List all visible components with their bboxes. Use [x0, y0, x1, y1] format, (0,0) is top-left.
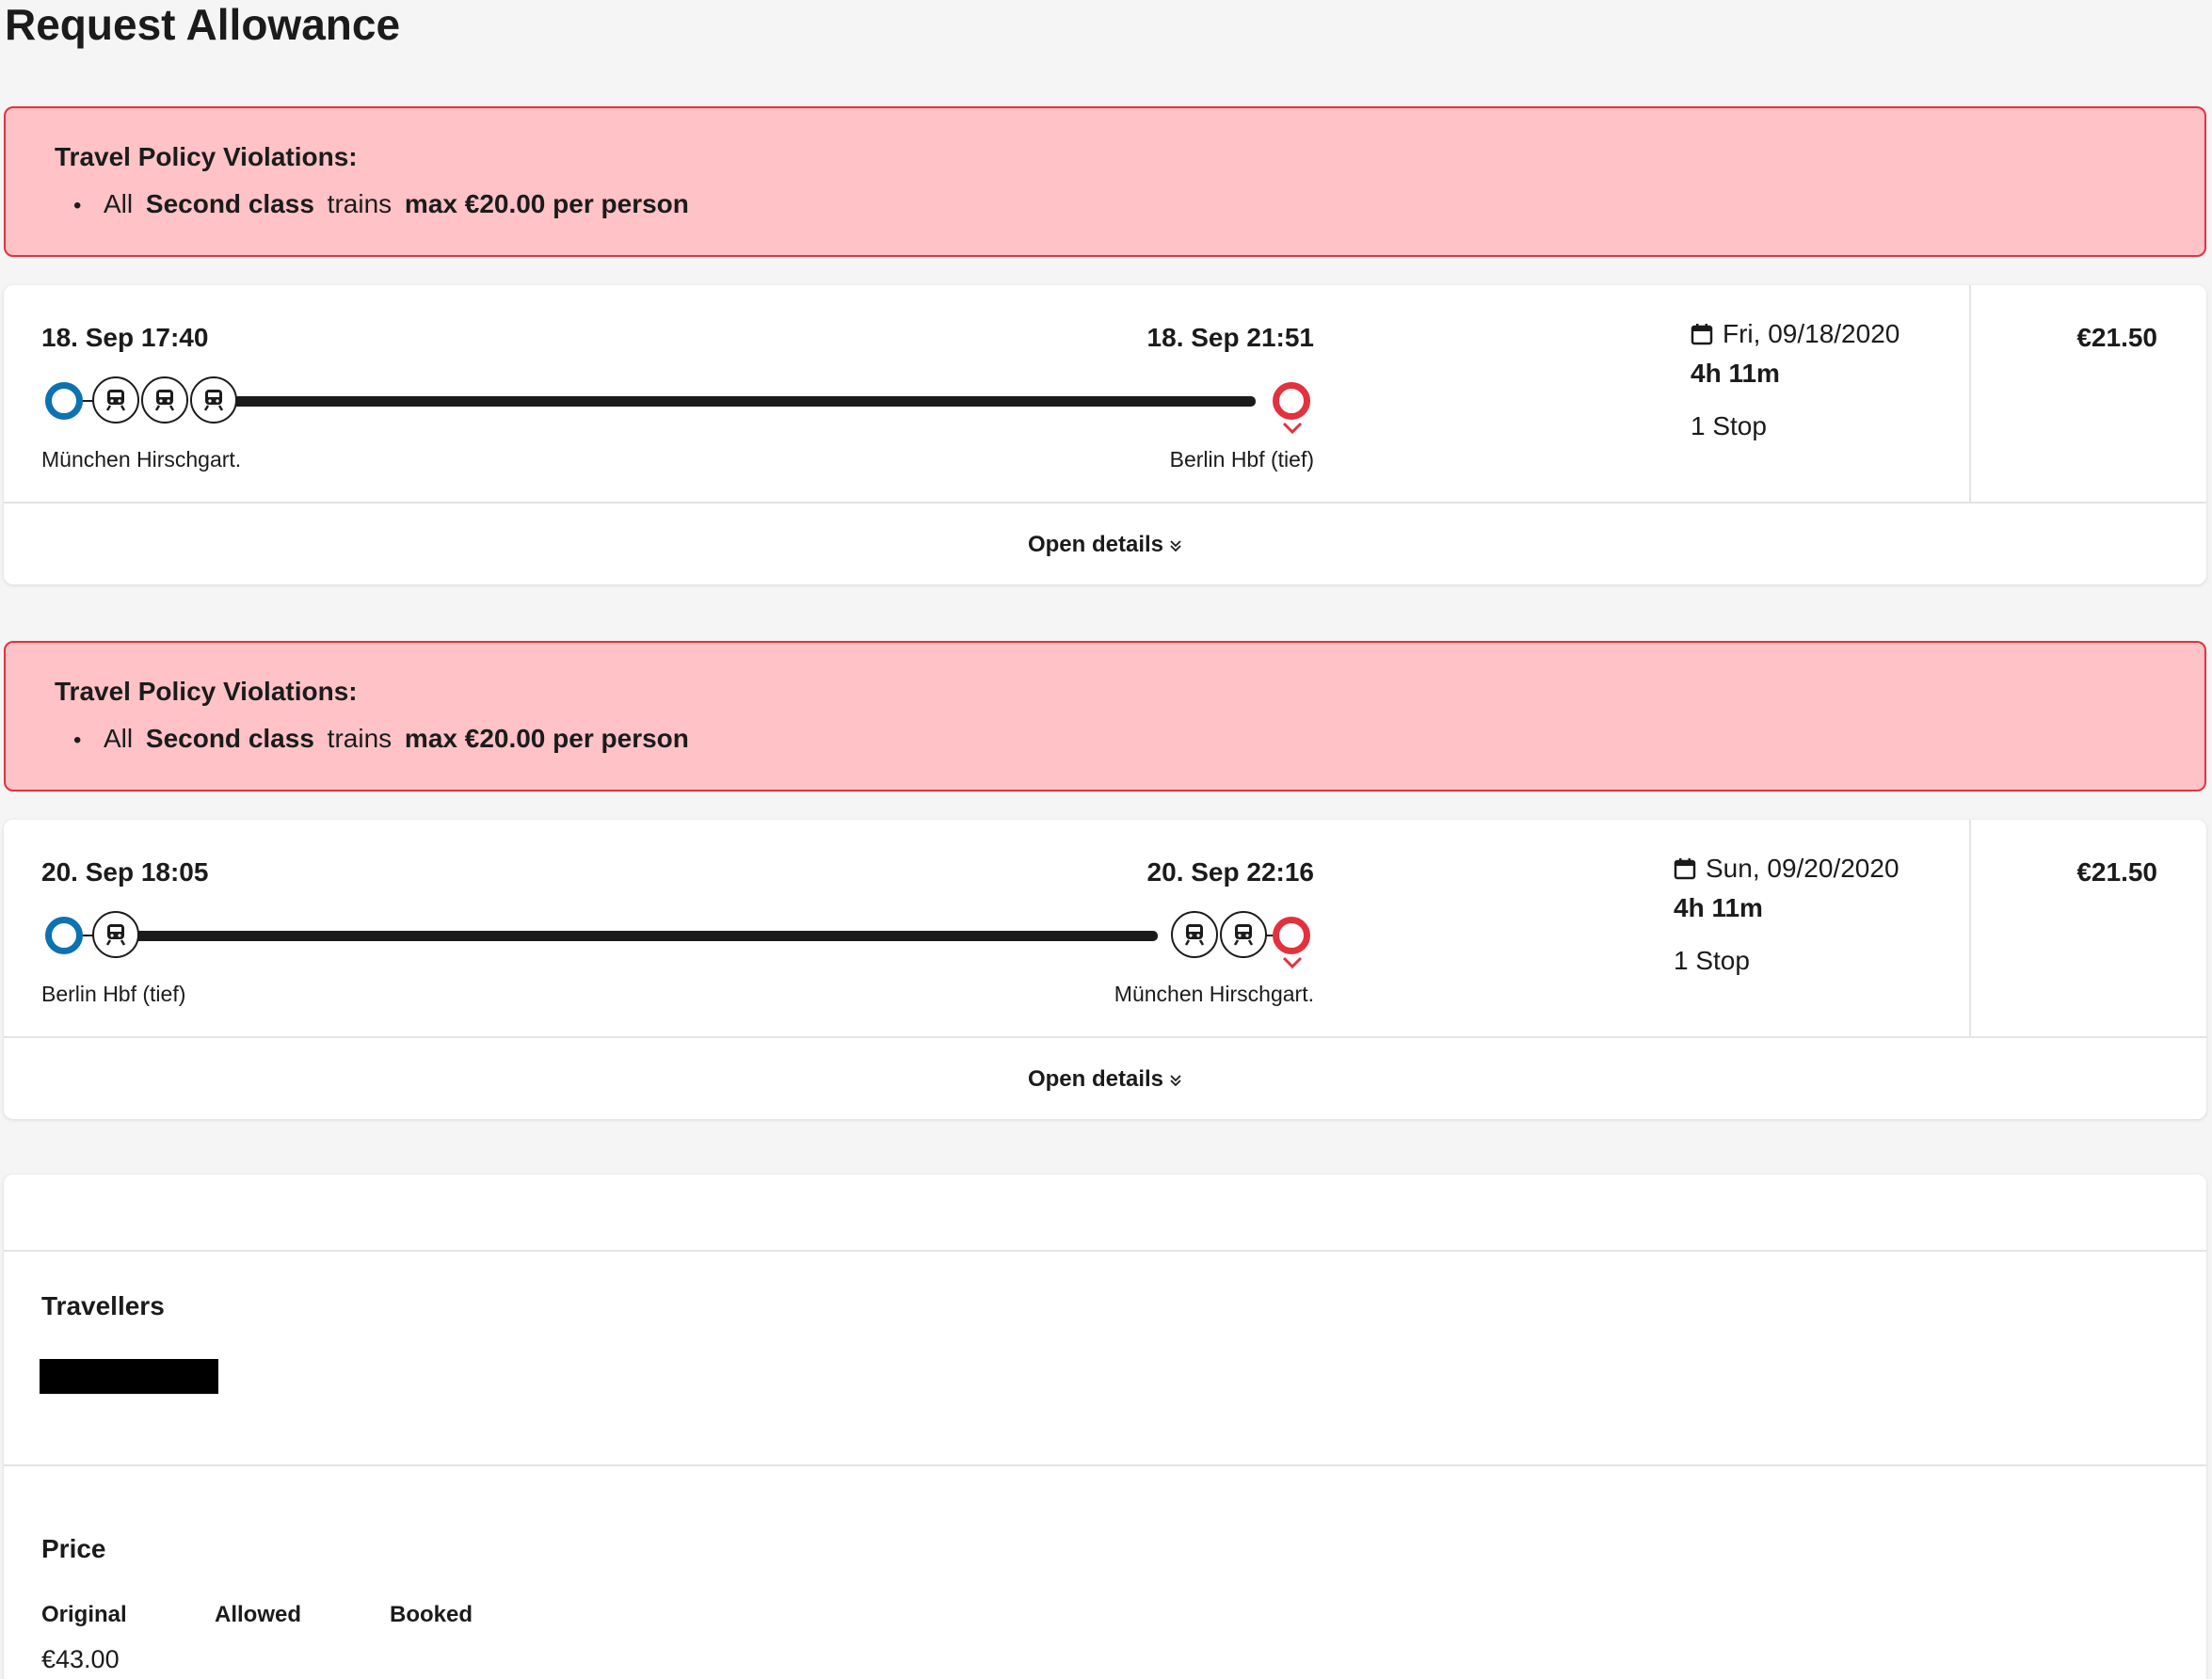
departure-marker — [45, 382, 83, 420]
double-chevron-down-icon — [1170, 540, 1181, 552]
arrival-station: München Hirschgart. — [1114, 982, 1314, 1006]
train-icon — [141, 376, 188, 424]
calendar-icon — [1674, 858, 1696, 880]
trip-duration: 4h 11m — [1674, 893, 1763, 922]
page-title: Request Allowance — [5, 0, 401, 49]
open-details-button[interactable]: Open details — [4, 1066, 2206, 1093]
departure-station: München Hirschgart. — [41, 447, 242, 472]
trip-date: Fri, 09/18/2020 — [1723, 319, 1900, 348]
arrival-time: 20. Sep 22:16 — [1146, 857, 1314, 887]
calendar-icon — [1691, 324, 1713, 345]
price-column-booked: Booked — [390, 1602, 473, 1627]
trip-info: Sun, 09/20/2020 4h 11m 1 Stop — [1674, 854, 1899, 976]
trip-stops: 1 Stop — [1674, 946, 1750, 975]
train-icon — [92, 376, 139, 424]
arrival-station: Berlin Hbf (tief) — [1169, 447, 1314, 472]
arrival-marker — [1273, 917, 1310, 954]
violation-title: Travel Policy Violations: — [55, 677, 358, 706]
travellers-heading: Travellers — [41, 1291, 165, 1320]
trip-card-return: 20. Sep 18:05 20. Sep 22:16 Berlin Hbf (… — [4, 820, 2206, 1119]
price-column-original: Original — [41, 1602, 127, 1627]
violation-list: All Second class trains max €20.00 per p… — [53, 724, 689, 754]
train-icon — [190, 376, 237, 424]
violation-rule: All Second class trains max €20.00 per p… — [53, 724, 689, 754]
trip-price: €21.50 — [2076, 323, 2157, 352]
open-details-button[interactable]: Open details — [4, 532, 2206, 558]
trip-price: €21.50 — [2076, 857, 2157, 887]
departure-time: 20. Sep 18:05 — [41, 857, 209, 887]
route-timeline — [41, 906, 1318, 969]
page: Request Allowance Travel Policy Violatio… — [0, 0, 2212, 1679]
departure-time: 18. Sep 17:40 — [41, 323, 209, 352]
summary-card: Travellers Price Original Allowed Booked… — [4, 1175, 2206, 1679]
departure-marker — [45, 917, 83, 954]
trip-date: Sun, 09/20/2020 — [1706, 854, 1899, 883]
departure-station: Berlin Hbf (tief) — [41, 982, 186, 1006]
policy-violation-alert: Travel Policy Violations: All Second cla… — [4, 106, 2206, 257]
price-column-allowed: Allowed — [215, 1602, 302, 1627]
traveller-name-redacted — [40, 1359, 218, 1394]
train-icon — [1171, 911, 1218, 958]
trip-duration: 4h 11m — [1691, 359, 1780, 388]
arrival-time: 18. Sep 21:51 — [1146, 323, 1314, 352]
price-heading: Price — [41, 1534, 106, 1563]
chevron-down-icon — [1282, 956, 1303, 969]
violation-title: Travel Policy Violations: — [55, 142, 358, 171]
train-icon — [92, 911, 139, 958]
double-chevron-down-icon — [1170, 1075, 1181, 1086]
violation-list: All Second class trains max €20.00 per p… — [53, 189, 689, 219]
route-timeline — [41, 372, 1318, 435]
trip-card-outbound: 18. Sep 17:40 18. Sep 21:51 München Hirs… — [4, 285, 2206, 584]
trip-stops: 1 Stop — [1691, 411, 1767, 440]
arrival-marker — [1273, 382, 1310, 420]
train-icon — [1220, 911, 1267, 958]
chevron-down-icon — [1282, 422, 1303, 435]
trip-info: Fri, 09/18/2020 4h 11m 1 Stop — [1691, 319, 1899, 441]
violation-rule: All Second class trains max €20.00 per p… — [53, 189, 689, 219]
policy-violation-alert: Travel Policy Violations: All Second cla… — [4, 641, 2206, 792]
original-price-value: €43.00 — [41, 1645, 120, 1673]
